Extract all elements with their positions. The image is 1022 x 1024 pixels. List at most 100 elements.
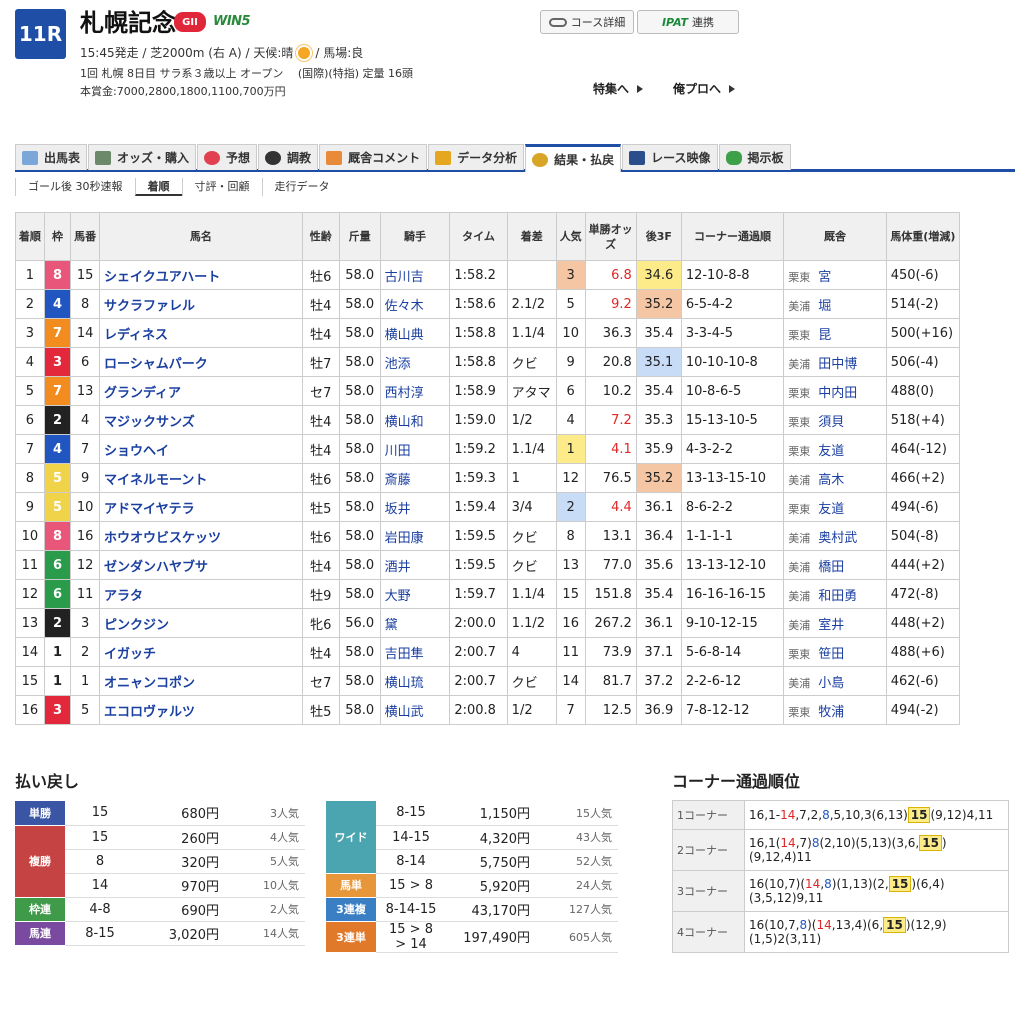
horse-name-link[interactable]: イガッチ [98,637,303,667]
corner-order-part: 16(10,7)( [749,877,806,891]
trainer-link[interactable]: 田中博 [818,357,857,372]
jockey-link[interactable]: 佐々木 [379,289,451,319]
jockey-link[interactable]: 古川吉 [379,260,451,290]
horse-number: 5 [70,695,100,725]
trainer-link[interactable]: 室井 [818,618,844,633]
ipat-link-button[interactable]: IPAT 連携 [637,10,739,34]
sex-age: 牡4 [301,289,340,319]
tab-video[interactable]: レース映像 [622,144,718,170]
tab-data[interactable]: データ分析 [428,144,525,170]
trainer-link[interactable]: 和田勇 [818,589,857,604]
jockey-link[interactable]: 酒井 [379,550,451,580]
subtab-running-data[interactable]: 走行データ [261,178,342,196]
horse-name-link[interactable]: エコロヴァルツ [98,695,303,725]
horse-name-link[interactable]: アドマイヤテラ [98,492,303,522]
jockey-link[interactable]: 吉田隼 [379,637,451,667]
jockey-link[interactable]: 斎藤 [379,463,451,493]
horse-name-link[interactable]: グランディア [98,376,303,406]
horse-name-link[interactable]: マイネルモーント [98,463,303,493]
horse-name-link[interactable]: ホウオウビスケッツ [98,521,303,551]
tab-result[interactable]: 結果・払戻 [525,144,622,172]
payout-amount: 43,170円 [446,897,536,922]
col-header[interactable]: タイム [449,212,508,261]
waku-number: 8 [43,521,72,551]
col-header[interactable]: 斤量 [338,212,381,261]
tab-shutuba[interactable]: 出馬表 [15,144,88,170]
subtab-sokuho[interactable]: ゴール後 30秒速報 [15,178,135,196]
tokushu-link[interactable]: 特集へ [593,80,644,97]
col-header[interactable]: 馬番 [70,212,100,261]
col-header[interactable]: 枠 [43,212,72,261]
horse-name-link[interactable]: アラタ [98,579,303,609]
col-header[interactable]: 着順 [15,212,45,261]
trainer-link[interactable]: 笹田 [818,647,844,662]
subtab-chakujun[interactable]: 着順 [134,178,182,196]
payout-type-label: 馬連 [15,921,65,946]
jockey-link[interactable]: 横山典 [379,318,451,348]
trainer-link[interactable]: 宮 [818,270,831,285]
col-header[interactable]: 性齢 [301,212,340,261]
stopwatch-icon [265,150,282,165]
jockey-link[interactable]: 岩田康 [379,521,451,551]
horse-name-link[interactable]: ショウヘイ [98,434,303,464]
payout-combination: 4-8 [65,897,135,922]
course-detail-button[interactable]: コース詳細 [540,10,634,34]
tab-chokyo[interactable]: 調教 [258,144,319,170]
trainer-link[interactable]: 奥村武 [818,531,857,546]
col-header[interactable]: 馬名 [98,212,303,261]
result-row: 12 6 11 アラタ 牡9 58.0 大野 1:59.7 1.1/4 15 151.8 35.4 16… [15,579,961,609]
tab-bbs[interactable]: 掲示板 [718,144,791,170]
jockey-link[interactable]: 横山武 [379,695,451,725]
horse-name-link[interactable]: シェイクユアハート [98,260,303,290]
tab-yosou[interactable]: 予想 [197,144,258,170]
result-row: 10 8 16 ホウオウビスケッツ 牡6 58.0 岩田康 1:59.5 クビ 8 13.1 36.4… [15,521,961,551]
trainer-link[interactable]: 小島 [818,676,844,691]
horse-name-link[interactable]: サクラファレル [98,289,303,319]
jockey-link[interactable]: 横山琉 [379,666,451,696]
chat-icon [725,150,742,165]
jockey-link[interactable]: 坂井 [379,492,451,522]
col-header[interactable]: 後3F [635,212,682,261]
horse-name-link[interactable]: オニャンコポン [98,666,303,696]
trainer-link[interactable]: 高木 [818,473,844,488]
trainer-link[interactable]: 橋田 [818,560,844,575]
payout-amount: 197,490円 [446,921,536,953]
trainer-link[interactable]: 友道 [818,502,844,517]
trainer-link[interactable]: 中内田 [818,386,857,401]
jockey-link[interactable]: 西村淳 [379,376,451,406]
col-header[interactable]: 厩舎 [783,212,887,261]
margin: クビ [506,666,557,696]
jockey-link[interactable]: 横山和 [379,405,451,435]
tab-odds[interactable]: オッズ・購入 [88,144,197,170]
col-header[interactable]: 馬体重(増減) [885,212,961,261]
finish-time: 1:59.7 [449,579,508,609]
subtab-sunpyo[interactable]: 寸評・回顧 [181,178,262,196]
horse-name-link[interactable]: レディネス [98,318,303,348]
horse-name-link[interactable]: ゼンダンハヤブサ [98,550,303,580]
jockey-link[interactable]: 川田 [379,434,451,464]
win-odds: 13.1 [584,521,637,551]
trainer-link[interactable]: 牧浦 [818,705,844,720]
horse-number: 10 [70,492,100,522]
col-header[interactable]: 騎手 [379,212,451,261]
trainer-region: 栗東 [788,444,811,458]
col-header[interactable]: コーナー通過順 [680,212,785,261]
jockey-link[interactable]: 大野 [379,579,451,609]
horse-name-link[interactable]: ローシャムパーク [98,347,303,377]
oreplo-link[interactable]: 俺プロへ [673,80,736,97]
col-header[interactable]: 単勝オッズ [584,212,637,261]
corner-label: 1コーナー [672,800,745,830]
trainer-link[interactable]: 昆 [818,328,831,343]
tab-comment[interactable]: 厩舎コメント [319,144,428,170]
trainer-link[interactable]: 堀 [818,299,831,314]
trainer-link[interactable]: 友道 [818,444,844,459]
trainer-link[interactable]: 須貝 [818,415,844,430]
col-header[interactable]: 人気 [555,212,586,261]
horse-name-link[interactable]: ピンクジン [98,608,303,638]
corner-order-value: 16,1(14,7)8(2,10)(5,13)(3,6, 15)(9,12,4)1… [744,829,1009,871]
jockey-link[interactable]: 黛 [379,608,451,638]
col-header[interactable]: 着差 [506,212,557,261]
horse-name-link[interactable]: マジックサンズ [98,405,303,435]
jockey-link[interactable]: 池添 [379,347,451,377]
corner-label: 4コーナー [672,911,745,953]
